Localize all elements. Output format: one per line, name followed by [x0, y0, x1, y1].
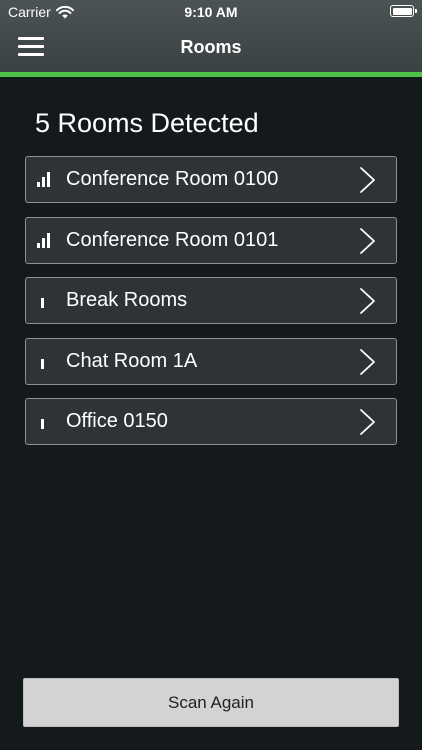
- signal-strength-icon: [37, 293, 51, 308]
- status-time: 9:10 AM: [184, 4, 238, 20]
- signal-strength-icon: [37, 414, 51, 429]
- room-name: Break Rooms: [66, 289, 188, 311]
- chevron-right-icon: [360, 227, 375, 254]
- rooms-screen: Carrier 9:10 AM Rooms 5 Rooms Detected C…: [0, 0, 422, 750]
- chevron-right-icon: [360, 348, 375, 375]
- room-list-item[interactable]: Conference Room 0101: [25, 216, 397, 264]
- scan-again-button[interactable]: Scan Again: [23, 678, 399, 727]
- room-name: Conference Room 0100: [66, 168, 279, 190]
- status-bar: Carrier 9:10 AM: [0, 0, 422, 24]
- signal-strength-icon: [37, 232, 51, 248]
- chevron-right-icon: [360, 167, 375, 193]
- signal-strength-icon: [37, 172, 51, 187]
- room-list-item[interactable]: Office 0150: [25, 398, 397, 445]
- page-heading: 5 Rooms Detected: [35, 108, 259, 138]
- chevron-right-icon: [360, 288, 375, 314]
- room-list-item[interactable]: Conference Room 0100: [25, 156, 397, 203]
- room-name: Conference Room 0101: [66, 228, 279, 251]
- nav-bar: Rooms: [0, 24, 422, 72]
- room-list-item[interactable]: Break Rooms: [25, 277, 397, 324]
- room-list: Conference Room 0100 Conference Room 0101…: [25, 156, 397, 459]
- accent-divider: [0, 72, 422, 77]
- room-list-item[interactable]: Chat Room 1A: [25, 337, 397, 385]
- room-name: Office 0150: [66, 410, 168, 432]
- battery-icon: [390, 5, 417, 17]
- nav-title: Rooms: [180, 37, 242, 57]
- top-bar: Carrier 9:10 AM Rooms: [0, 0, 422, 72]
- room-name: Chat Room 1A: [66, 349, 198, 372]
- chevron-right-icon: [360, 409, 375, 435]
- signal-strength-icon: [37, 354, 51, 369]
